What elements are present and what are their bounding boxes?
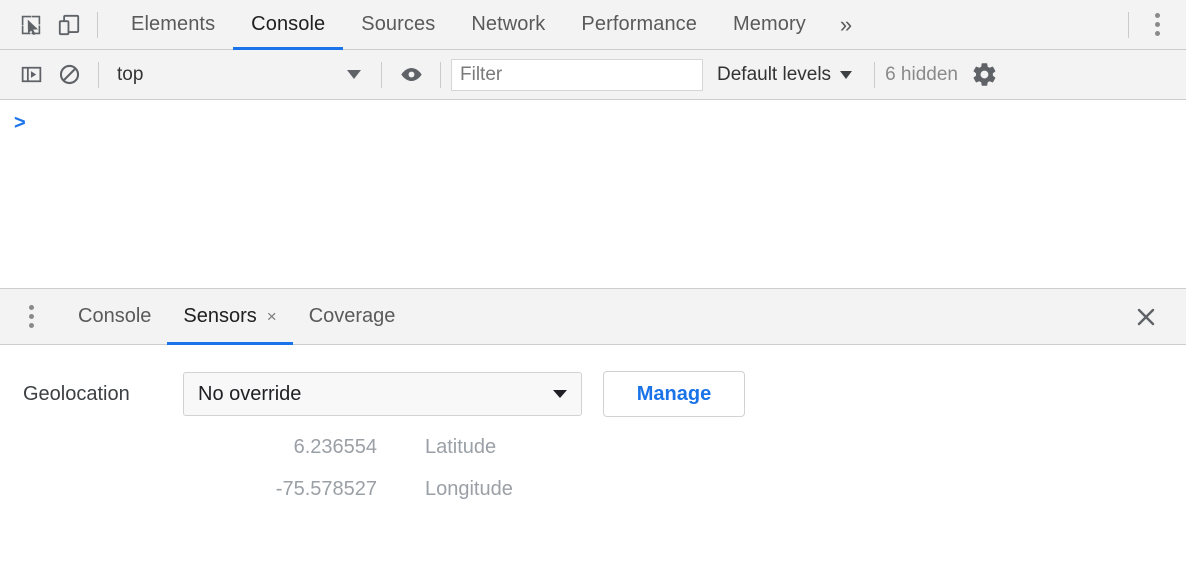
drawer-tab-coverage-label: Coverage: [309, 305, 396, 328]
main-menu-button[interactable]: [1138, 6, 1176, 44]
tab-console[interactable]: Console: [233, 0, 343, 49]
tab-elements-label: Elements: [131, 13, 215, 36]
console-sidebar-icon: [19, 62, 44, 87]
geolocation-override-select[interactable]: No override: [183, 372, 582, 416]
tab-sources-label: Sources: [361, 13, 435, 36]
console-toolbar-divider-2: [381, 62, 382, 88]
hidden-messages-count: 6 hidden: [885, 64, 958, 86]
vertical-dots-icon: [29, 305, 34, 328]
manage-locations-button[interactable]: Manage: [603, 371, 745, 417]
tab-memory-label: Memory: [733, 13, 806, 36]
geolocation-override-value: No override: [198, 383, 301, 406]
close-drawer-button[interactable]: [1118, 289, 1174, 344]
console-toolbar-divider-1: [98, 62, 99, 88]
main-toolbar: Elements Console Sources Network Perform…: [0, 0, 1186, 50]
device-toolbar-toggle-button[interactable]: [50, 6, 88, 44]
chevron-down-icon: [553, 390, 567, 398]
more-tabs-button[interactable]: »: [824, 0, 868, 49]
drawer-menu-button[interactable]: [14, 289, 48, 344]
tab-network-label: Network: [471, 13, 545, 36]
prompt-chevron-icon: >: [14, 113, 26, 133]
close-icon: [1134, 305, 1158, 329]
console-filter-toolbar: top Default levels 6 hidden: [0, 50, 1186, 100]
geolocation-label: Geolocation: [23, 383, 183, 406]
log-levels-value: Default levels: [717, 64, 831, 86]
chevron-down-icon: [347, 70, 361, 79]
latitude-row: 6.236554 Latitude: [0, 436, 1186, 459]
toolbar-divider: [97, 12, 98, 38]
filter-input[interactable]: [451, 59, 703, 91]
gear-icon: [971, 61, 998, 88]
console-toolbar-divider-4: [874, 62, 875, 88]
drawer-tab-sensors-label: Sensors: [183, 305, 256, 328]
live-expression-icon: [398, 61, 425, 88]
devtools-window: Elements Console Sources Network Perform…: [0, 0, 1186, 586]
vertical-dots-icon: [1155, 13, 1160, 36]
console-settings-button[interactable]: [966, 56, 1004, 94]
latitude-value[interactable]: 6.236554: [23, 436, 383, 459]
drawer-tab-sensors[interactable]: Sensors ×: [167, 289, 292, 344]
tab-memory[interactable]: Memory: [715, 0, 824, 49]
console-sidebar-toggle-button[interactable]: [12, 56, 50, 94]
log-levels-selector[interactable]: Default levels: [717, 64, 852, 86]
geolocation-row: Geolocation No override Manage: [0, 371, 1186, 417]
tab-network[interactable]: Network: [453, 0, 563, 49]
longitude-row: -75.578527 Longitude: [0, 478, 1186, 501]
drawer: Console Sensors × Coverage Geoloc: [0, 288, 1186, 586]
clear-console-button[interactable]: [50, 56, 88, 94]
console-message-area[interactable]: >: [0, 100, 1186, 288]
drawer-tab-coverage[interactable]: Coverage: [293, 289, 412, 344]
sensors-panel: Geolocation No override Manage 6.236554 …: [0, 345, 1186, 585]
latitude-label: Latitude: [425, 436, 496, 459]
tab-console-label: Console: [251, 13, 325, 36]
tab-elements[interactable]: Elements: [113, 0, 233, 49]
device-toolbar-icon: [56, 12, 82, 38]
chevron-double-right-icon: »: [840, 12, 852, 38]
drawer-tab-sensors-close-icon[interactable]: ×: [267, 308, 277, 325]
console-prompt-input[interactable]: [26, 113, 1186, 135]
execution-context-selector[interactable]: top: [109, 58, 371, 92]
longitude-label: Longitude: [425, 478, 513, 501]
drawer-tabbar: Console Sensors × Coverage: [0, 289, 1186, 345]
longitude-value[interactable]: -75.578527: [23, 478, 383, 501]
toolbar-divider-right: [1128, 12, 1129, 38]
clear-console-icon: [57, 62, 82, 87]
inspect-element-button[interactable]: [12, 6, 50, 44]
drawer-tab-console[interactable]: Console: [62, 289, 167, 344]
tab-performance-label: Performance: [581, 13, 697, 36]
main-toolbar-right: [1119, 0, 1186, 49]
inspect-cursor-icon: [18, 12, 44, 38]
drawer-tab-list: Console Sensors × Coverage: [62, 289, 411, 344]
console-toolbar-divider-3: [440, 62, 441, 88]
drawer-tab-console-label: Console: [78, 305, 151, 328]
chevron-down-icon: [840, 71, 852, 79]
panel-tab-list: Elements Console Sources Network Perform…: [113, 0, 868, 49]
execution-context-value: top: [117, 64, 143, 86]
toolbar-icon-group: [0, 0, 107, 49]
tab-performance[interactable]: Performance: [563, 0, 715, 49]
live-expression-button[interactable]: [392, 56, 430, 94]
tab-sources[interactable]: Sources: [343, 0, 453, 49]
console-prompt-row[interactable]: >: [0, 100, 1186, 130]
